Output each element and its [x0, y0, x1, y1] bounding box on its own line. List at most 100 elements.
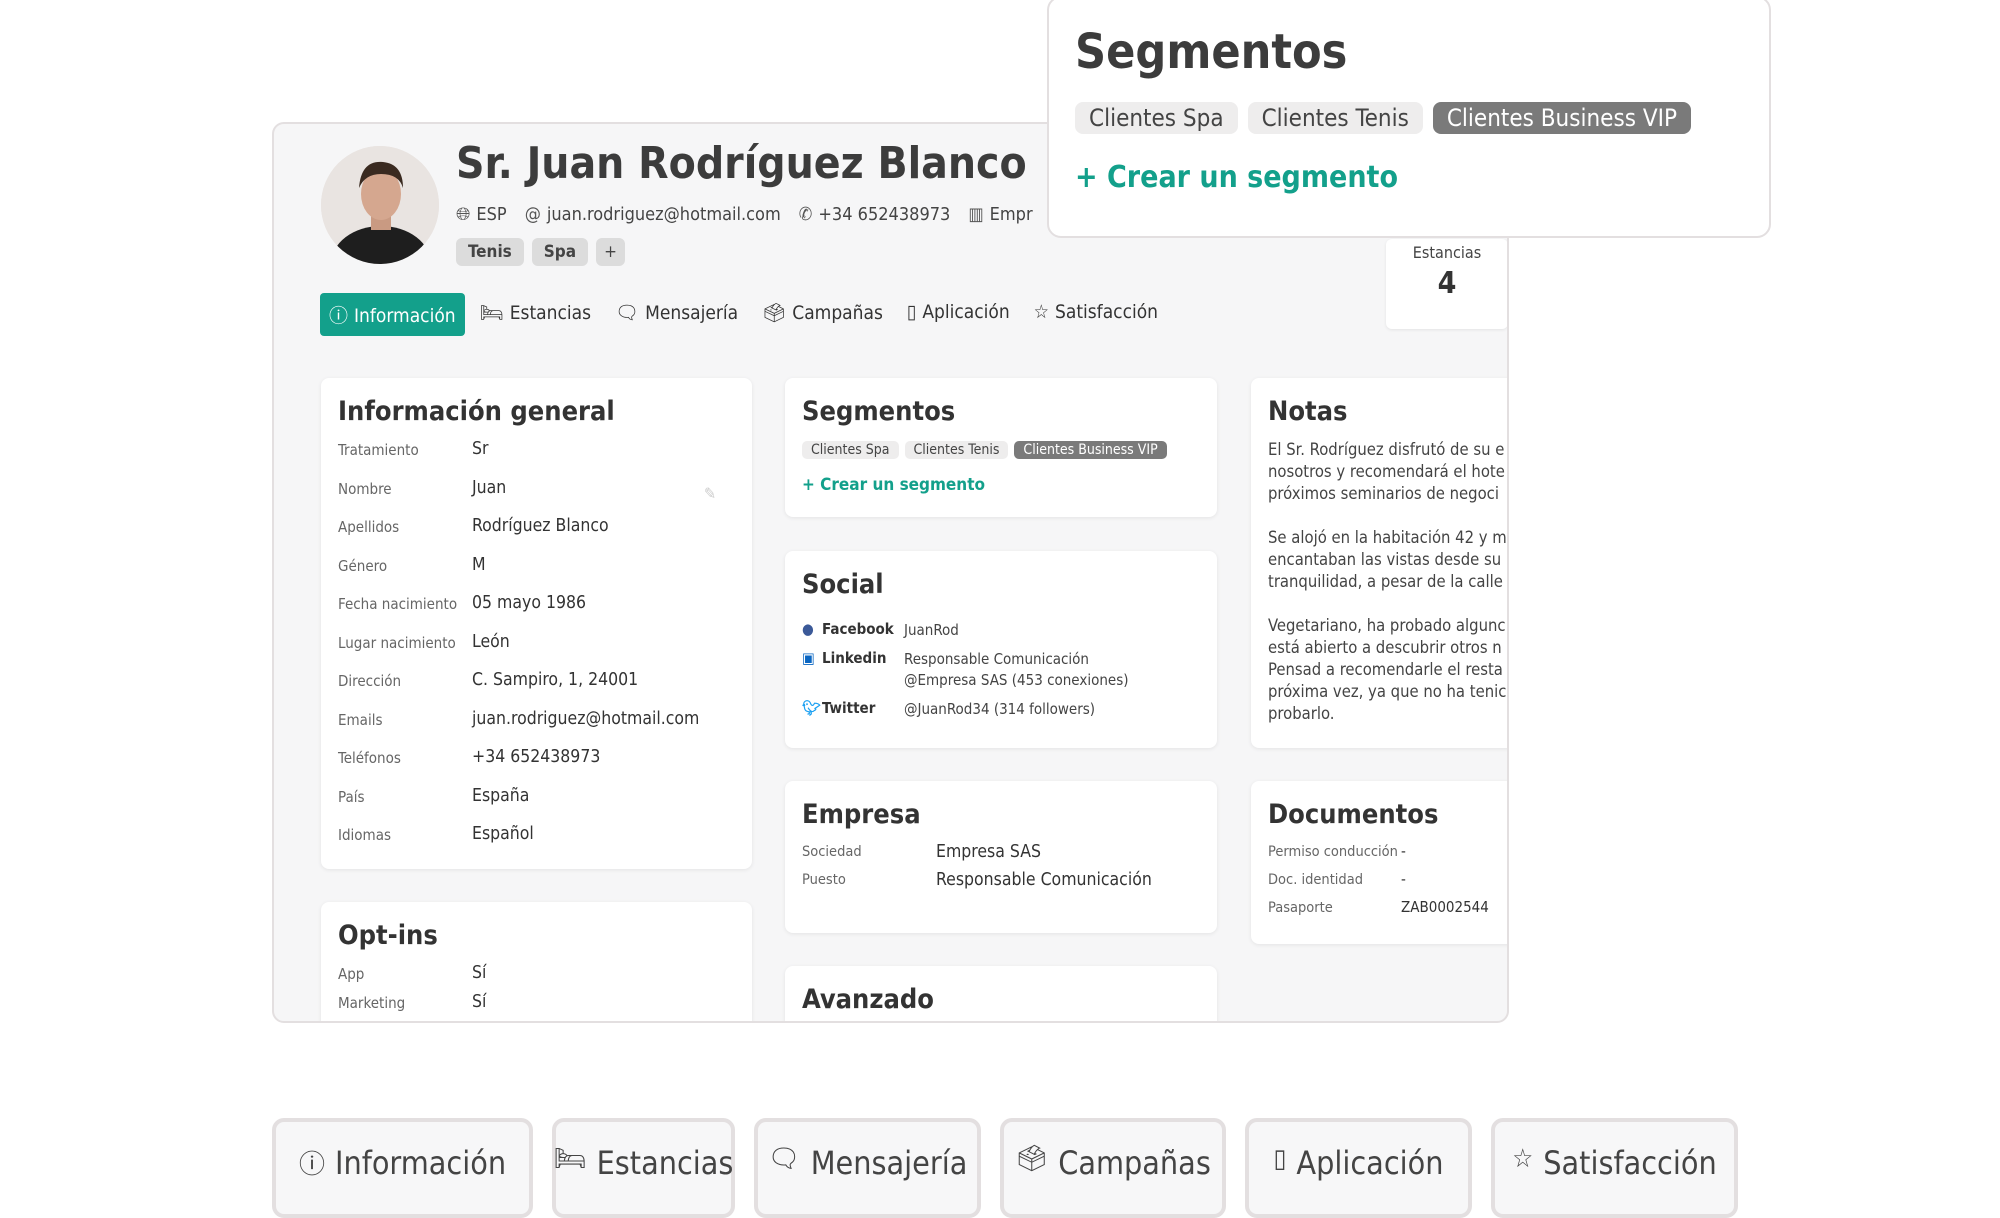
social-row: ● Facebook JuanRod	[802, 620, 959, 641]
phone-icon: ▯	[1273, 1144, 1287, 1174]
documents-card: Documentos Permiso conducción - Doc. ident…	[1251, 781, 1507, 944]
tab-label: Información	[354, 305, 456, 327]
social-value[interactable]: Responsable Comunicación	[904, 649, 1129, 670]
field-label: Teléfonos	[338, 749, 401, 767]
field-label: Nombre	[338, 479, 392, 498]
note-line: El Sr. Rodríguez disfrutó de su e	[1268, 440, 1505, 459]
stays-label: Estancias	[1412, 243, 1482, 262]
bottom-tab-campanas[interactable]: 🗳︎ Campañas	[1000, 1118, 1226, 1218]
bottom-tab-mensajeria[interactable]: 🗨︎ Mensajería	[754, 1118, 981, 1218]
field-label: Apellidos	[338, 518, 400, 536]
social-value[interactable]: @Empresa SAS (453 conexiones)	[904, 670, 1129, 691]
field-label: Tratamiento	[338, 441, 419, 459]
bottom-tab-estancias[interactable]: 🛏︎ Estancias	[552, 1118, 735, 1218]
bottom-tab-satisfaccion[interactable]: ☆ Satisfacción	[1491, 1118, 1738, 1218]
at-icon: @	[524, 204, 541, 225]
note-line: está abierto a descubrir otros n	[1268, 638, 1502, 657]
stays-value: 4	[1437, 266, 1457, 301]
note-line: Pensad a recomendarle el resta	[1268, 660, 1503, 679]
field-label: Pasaporte	[1268, 900, 1333, 916]
field-row: Pasaporte ZAB0002544	[1268, 898, 1507, 926]
chat-icon: 🗨︎	[615, 302, 640, 324]
country: ESP	[476, 204, 507, 225]
field-label: Permiso conducción	[1268, 844, 1398, 860]
tab-label: Mensajería	[645, 302, 739, 324]
field-row: Emails juan.rodriguez@hotmail.com	[338, 709, 735, 748]
segment-chip[interactable]: Clientes Spa	[1075, 102, 1238, 134]
tab-label: Mensajería	[810, 1144, 968, 1182]
field-value: León	[472, 631, 510, 652]
note-line: tranquilidad, a pesar de la calle	[1268, 572, 1503, 591]
note-line: probarlo.	[1268, 704, 1335, 723]
general-info-card: Información general Tratamiento Sr Nombre J…	[321, 378, 752, 869]
field-label: Marketing	[338, 994, 406, 1012]
note-line: encantaban las vistas desde su	[1268, 550, 1502, 569]
tab-satisfaccion[interactable]: ☆ Satisfacción	[1025, 293, 1167, 336]
field-value: Sr	[472, 439, 489, 459]
field-value: España	[472, 785, 530, 806]
tag[interactable]: Tenis	[456, 238, 524, 266]
field-row: Sociedad Empresa SAS	[802, 842, 1200, 870]
tab-campanas[interactable]: 🗳︎ Campañas	[753, 293, 892, 336]
field-label: Dirección	[338, 672, 402, 690]
field-label: App	[338, 965, 365, 983]
field-label: Puesto	[802, 872, 846, 888]
add-tag-button[interactable]: +	[596, 238, 625, 266]
tab-label: Satisfacción	[1543, 1144, 1717, 1182]
edit-icon[interactable]: ✎	[704, 484, 716, 503]
tab-label: Estancias	[509, 302, 591, 324]
segment-chip[interactable]: Clientes Tenis	[904, 441, 1009, 459]
tab-label: Estancias	[596, 1144, 734, 1182]
field-value: M	[472, 554, 486, 575]
tag-list: Tenis Spa +	[456, 238, 633, 266]
segment-chip[interactable]: Clientes Spa	[802, 441, 899, 459]
field-row: Lugar nacimiento León	[338, 632, 735, 671]
email[interactable]: juan.rodriguez@hotmail.com	[547, 204, 781, 225]
info-icon: ⓘ	[329, 305, 349, 327]
tag[interactable]: Spa	[531, 238, 589, 266]
segment-chip[interactable]: Clientes Business VIP	[1014, 441, 1167, 459]
bed-icon: 🛏︎	[553, 1144, 587, 1174]
notes-card: Notas El Sr. Rodríguez disfrutó de su e n…	[1251, 378, 1507, 748]
tab-label: Satisfacción	[1055, 301, 1159, 323]
card-title: Notas	[1268, 396, 1348, 427]
field-value: C. Sampiro, 1, 24001	[472, 670, 639, 690]
bottom-tab-informacion[interactable]: ⓘ Información	[272, 1118, 533, 1218]
tab-label: Aplicación	[922, 301, 1010, 323]
social-value[interactable]: JuanRod	[904, 620, 959, 641]
field-row: Nombre Juan	[338, 478, 735, 517]
tab-informacion[interactable]: ⓘ Información	[320, 293, 465, 336]
company-card: Empresa Sociedad Empresa SAS Puesto Respons…	[785, 781, 1217, 933]
field-row: Fecha nacimiento 05 mayo 1986	[338, 593, 735, 632]
create-segment-link[interactable]: + Crear un segmento	[1075, 160, 1743, 195]
facebook-icon: ●	[802, 620, 814, 638]
field-row: Marketing Sí	[338, 992, 735, 1021]
create-segment-link[interactable]: + Crear un segmento	[802, 475, 1200, 495]
card-title: Información general	[338, 396, 615, 427]
tab-aplicacion[interactable]: ▯ Aplicación	[898, 293, 1019, 336]
bottom-tab-aplicacion[interactable]: ▯ Aplicación	[1245, 1118, 1472, 1218]
guest-name: Sr. Juan Rodríguez Blanco	[456, 138, 1027, 189]
social-row: ▣ Linkedin Responsable Comunicación @Empres…	[802, 649, 1129, 691]
tab-estancias[interactable]: 🛏︎ Estancias	[471, 293, 600, 336]
note-line: Vegetariano, ha probado algunc	[1268, 616, 1506, 635]
linkedin-icon: ▣	[802, 649, 815, 667]
twitter-icon: 🐦︎	[802, 699, 822, 717]
tab-mensajeria[interactable]: 🗨︎ Mensajería	[606, 293, 747, 336]
field-row: País España	[338, 786, 735, 825]
segment-chip[interactable]: Clientes Business VIP	[1432, 102, 1691, 134]
optins-card: Opt-ins App Sí Marketing Sí	[321, 902, 752, 1021]
social-value[interactable]: @JuanRod34 (314 followers)	[904, 699, 1095, 720]
field-value: -	[1401, 842, 1406, 860]
info-icon: ⓘ	[298, 1150, 325, 1180]
field-row: Permiso conducción -	[1268, 842, 1507, 870]
phone[interactable]: +34 652438973	[818, 204, 950, 225]
card-title: Social	[802, 569, 884, 600]
tab-bar: ⓘ Información 🛏︎ Estancias 🗨︎ Mensajería 🗳︎…	[320, 293, 1167, 336]
segment-chip[interactable]: Clientes Tenis	[1247, 102, 1423, 134]
field-row: Idiomas Español	[338, 824, 735, 863]
field-value: ZAB0002544	[1401, 898, 1489, 916]
note-line: nosotros y recomendará el hote	[1268, 462, 1505, 481]
chat-icon: 🗨︎	[767, 1144, 801, 1174]
popup-title: Segmentos	[1075, 24, 1348, 80]
